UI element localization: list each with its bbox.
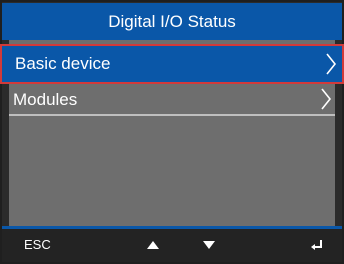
- esc-softkey[interactable]: ESC: [24, 238, 51, 252]
- enter-icon[interactable]: [308, 238, 326, 252]
- up-arrow-icon[interactable]: [144, 238, 162, 252]
- menu-list: Basic device Modules: [0, 40, 344, 226]
- chevron-right-icon: [324, 46, 338, 82]
- chevron-right-icon: [319, 84, 333, 114]
- softkey-bar: ESC: [2, 229, 342, 262]
- screen-title: Digital I/O Status: [2, 3, 342, 40]
- menu-item-basic-device[interactable]: Basic device: [0, 44, 344, 84]
- down-arrow-icon[interactable]: [200, 238, 218, 252]
- menu-item-label: Modules: [13, 90, 78, 109]
- menu-item-label: Basic device: [15, 54, 111, 73]
- menu-item-modules[interactable]: Modules: [9, 84, 335, 116]
